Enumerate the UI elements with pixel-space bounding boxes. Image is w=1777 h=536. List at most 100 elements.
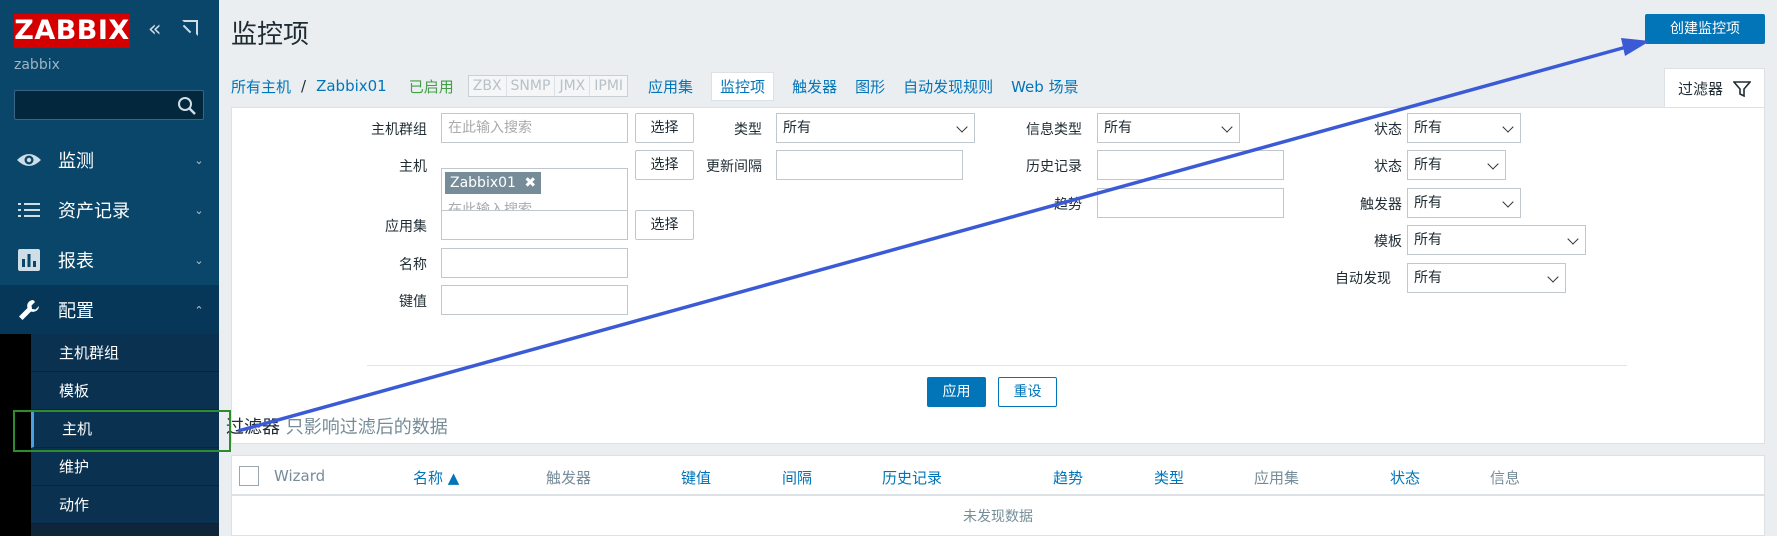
- application-label: 应用集: [385, 219, 427, 235]
- chevron-down-icon: ⌄: [194, 153, 204, 167]
- reset-button[interactable]: 重设: [998, 377, 1057, 407]
- update-interval-label: 更新间隔: [706, 159, 762, 175]
- application-select-button[interactable]: 选择: [635, 210, 694, 240]
- discovery-label: 自动发现: [1335, 271, 1391, 287]
- tab-graphs[interactable]: 图形: [855, 76, 885, 97]
- page-title: 监控项: [231, 20, 310, 50]
- type-select-value: 所有: [783, 120, 811, 136]
- tab-web-scenarios[interactable]: Web 场景: [1011, 76, 1078, 97]
- template-select-value: 所有: [1414, 232, 1442, 248]
- filter-panel: 主机群组 在此输入搜索 选择 主机 Zabbix01 ✖ 在此输入搜索 选择 应…: [231, 107, 1765, 444]
- column-type[interactable]: 类型: [1154, 467, 1184, 488]
- type-label: 类型: [734, 122, 762, 138]
- remove-tag-icon[interactable]: ✖: [524, 175, 536, 191]
- chevron-down-icon: [1487, 158, 1499, 170]
- type-select[interactable]: 所有: [776, 113, 975, 143]
- column-triggers: 触发器: [546, 469, 592, 487]
- column-status[interactable]: 状态: [1390, 467, 1420, 488]
- wrench-icon: [0, 298, 58, 322]
- tag-zbx: ZBX: [469, 76, 507, 96]
- host-tag-label: Zabbix01: [450, 175, 516, 191]
- tab-discovery-rules[interactable]: 自动发现规则: [903, 76, 993, 97]
- tag-snmp: SNMP: [507, 76, 556, 96]
- trend-label: 趋势: [1054, 197, 1082, 213]
- trend-input[interactable]: [1097, 188, 1284, 218]
- menu-configuration[interactable]: 配置 ⌃: [0, 285, 219, 335]
- info-type-select[interactable]: 所有: [1097, 113, 1240, 143]
- sidebar: ZABBIX « zabbix 监测 ⌄ 资产记录 ⌄ 报表 ⌄ 配置 ⌃ 主机…: [0, 0, 219, 536]
- tab-applications[interactable]: 应用集: [648, 76, 693, 97]
- collapse-sidebar-icon[interactable]: «: [148, 18, 161, 42]
- menu-label: 配置: [58, 301, 94, 322]
- submenu-templates[interactable]: 模板: [31, 372, 219, 410]
- update-interval-input[interactable]: [776, 150, 963, 180]
- host-label: 主机: [399, 159, 427, 175]
- sidebar-search-input[interactable]: [14, 90, 204, 120]
- menu-inventory[interactable]: 资产记录 ⌄: [0, 185, 219, 235]
- chevron-down-icon: [1567, 233, 1579, 245]
- chevron-down-icon: [1502, 121, 1514, 133]
- submenu-configuration: 主机群组 模板 主机 维护 动作: [0, 334, 219, 536]
- history-label: 历史记录: [1026, 159, 1082, 175]
- host-link[interactable]: Zabbix01: [316, 77, 387, 95]
- column-wizard: Wizard: [274, 467, 326, 485]
- name-label: 名称: [399, 257, 427, 273]
- filter-divider: [367, 365, 1627, 366]
- all-hosts-link[interactable]: 所有主机: [231, 76, 291, 97]
- tag-jmx: JMX: [555, 76, 591, 96]
- bar-chart-icon: [0, 249, 58, 271]
- chevron-down-icon: [1221, 121, 1233, 133]
- column-info: 信息: [1490, 469, 1521, 487]
- menu-label: 监测: [58, 151, 94, 172]
- name-input[interactable]: [441, 248, 628, 278]
- menu-reports[interactable]: 报表 ⌄: [0, 235, 219, 285]
- triggers-select-value: 所有: [1414, 195, 1442, 211]
- submenu-hosts[interactable]: 主机: [31, 410, 219, 448]
- application-input[interactable]: [441, 210, 628, 240]
- host-status-enabled[interactable]: 已启用: [409, 76, 454, 97]
- no-data-message: 未发现数据: [963, 509, 1033, 525]
- chevron-up-icon: ⌃: [194, 303, 204, 317]
- column-name[interactable]: 名称 ▲: [413, 467, 459, 488]
- items-table: Wizard 名称 ▲ 触发器 键值 间隔 历史记录 趋势 类型 应用集 状态 …: [231, 455, 1765, 536]
- state-select[interactable]: 所有: [1407, 113, 1521, 143]
- submenu-maintenance[interactable]: 维护: [31, 448, 219, 486]
- tab-items[interactable]: 监控项: [711, 71, 775, 101]
- history-input[interactable]: [1097, 150, 1284, 180]
- menu-monitoring[interactable]: 监测 ⌄: [0, 135, 219, 185]
- menu-label: 资产记录: [58, 201, 130, 222]
- column-trends[interactable]: 趋势: [1053, 467, 1083, 488]
- filter-tab-label: 过滤器: [1677, 80, 1723, 98]
- availability-tags: ZBX SNMP JMX IPMI: [467, 75, 629, 97]
- discovery-select-value: 所有: [1414, 270, 1442, 286]
- submenu-host-groups[interactable]: 主机群组: [31, 334, 219, 372]
- status-select[interactable]: 所有: [1407, 150, 1506, 180]
- filter-tab[interactable]: 过滤器: [1664, 68, 1765, 108]
- template-select[interactable]: 所有: [1407, 225, 1586, 255]
- kiosk-mode-icon[interactable]: [182, 20, 198, 36]
- submenu-actions[interactable]: 动作: [31, 486, 219, 524]
- host-subnav: 所有主机 / Zabbix01 已启用 ZBX SNMP JMX IPMI 应用…: [231, 68, 1097, 104]
- search-icon[interactable]: [177, 96, 197, 116]
- filter-note: 过滤器 只影响过滤后的数据: [226, 413, 448, 439]
- state-select-value: 所有: [1414, 120, 1442, 136]
- chevron-down-icon: [1502, 196, 1514, 208]
- triggers-select[interactable]: 所有: [1407, 188, 1521, 218]
- filter-note-title: 过滤器: [226, 417, 280, 438]
- menu-label: 报表: [58, 251, 94, 272]
- discovery-select[interactable]: 所有: [1407, 263, 1566, 293]
- zabbix-logo[interactable]: ZABBIX: [14, 14, 130, 48]
- key-input[interactable]: [441, 285, 628, 315]
- sidebar-user: zabbix: [14, 57, 60, 73]
- host-group-input[interactable]: 在此输入搜索: [441, 113, 628, 143]
- column-key[interactable]: 键值: [681, 467, 711, 488]
- info-type-select-value: 所有: [1104, 120, 1132, 136]
- create-item-button[interactable]: 创建监控项: [1645, 14, 1765, 44]
- select-all-checkbox[interactable]: [239, 466, 259, 486]
- tab-triggers[interactable]: 触发器: [792, 76, 837, 97]
- column-history[interactable]: 历史记录: [882, 467, 942, 488]
- list-icon: [0, 202, 58, 218]
- filter-note-text: 只影响过滤后的数据: [285, 417, 448, 438]
- apply-button[interactable]: 应用: [927, 377, 986, 407]
- column-interval[interactable]: 间隔: [782, 467, 812, 488]
